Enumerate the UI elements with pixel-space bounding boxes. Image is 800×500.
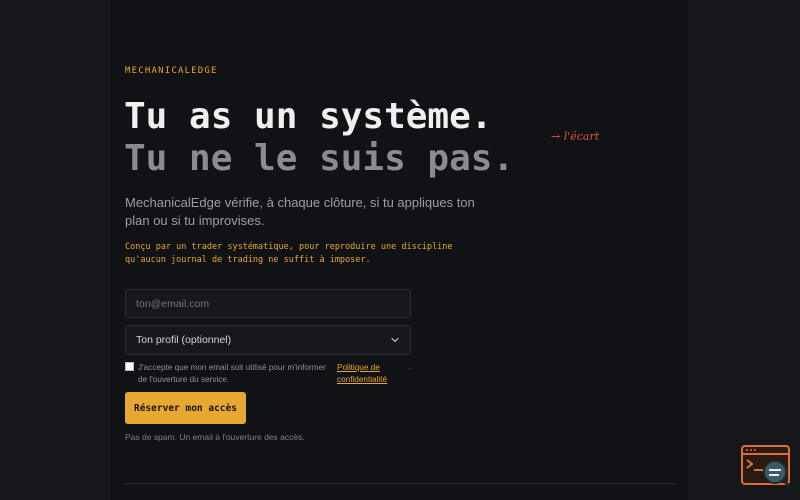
consent-checkbox[interactable]	[125, 362, 134, 371]
profile-select-value: Ton profil (optionnel)	[136, 334, 232, 346]
email-input[interactable]	[125, 289, 411, 318]
annotation-ecart: → l'écart	[551, 130, 600, 143]
consent-trailing: .	[409, 362, 412, 371]
privacy-policy-link[interactable]: Politique de confidentialité	[337, 362, 407, 386]
chevron-down-icon	[391, 337, 399, 343]
terminal-search-icon[interactable]	[741, 445, 791, 487]
brand-label: MECHANICALEDGE	[125, 66, 218, 76]
headline-line-1: Tu as un système.	[124, 96, 493, 137]
profile-select[interactable]: Ton profil (optionnel)	[125, 325, 411, 355]
reserve-access-button[interactable]: Réserver mon accès	[125, 392, 246, 424]
lead-paragraph: MechanicalEdge vérifie, à chaque clôture…	[125, 195, 475, 228]
consent-text: J'accepte que mon email soit utilisé pou…	[138, 363, 326, 384]
no-spam-note: Pas de spam. Un email à l'ouverture des …	[125, 432, 305, 442]
founder-note: Conçu par un trader systématique, pour r…	[125, 242, 453, 265]
headline-line-2: Tu ne le suis pas.	[124, 138, 515, 179]
footer-divider	[125, 483, 675, 484]
